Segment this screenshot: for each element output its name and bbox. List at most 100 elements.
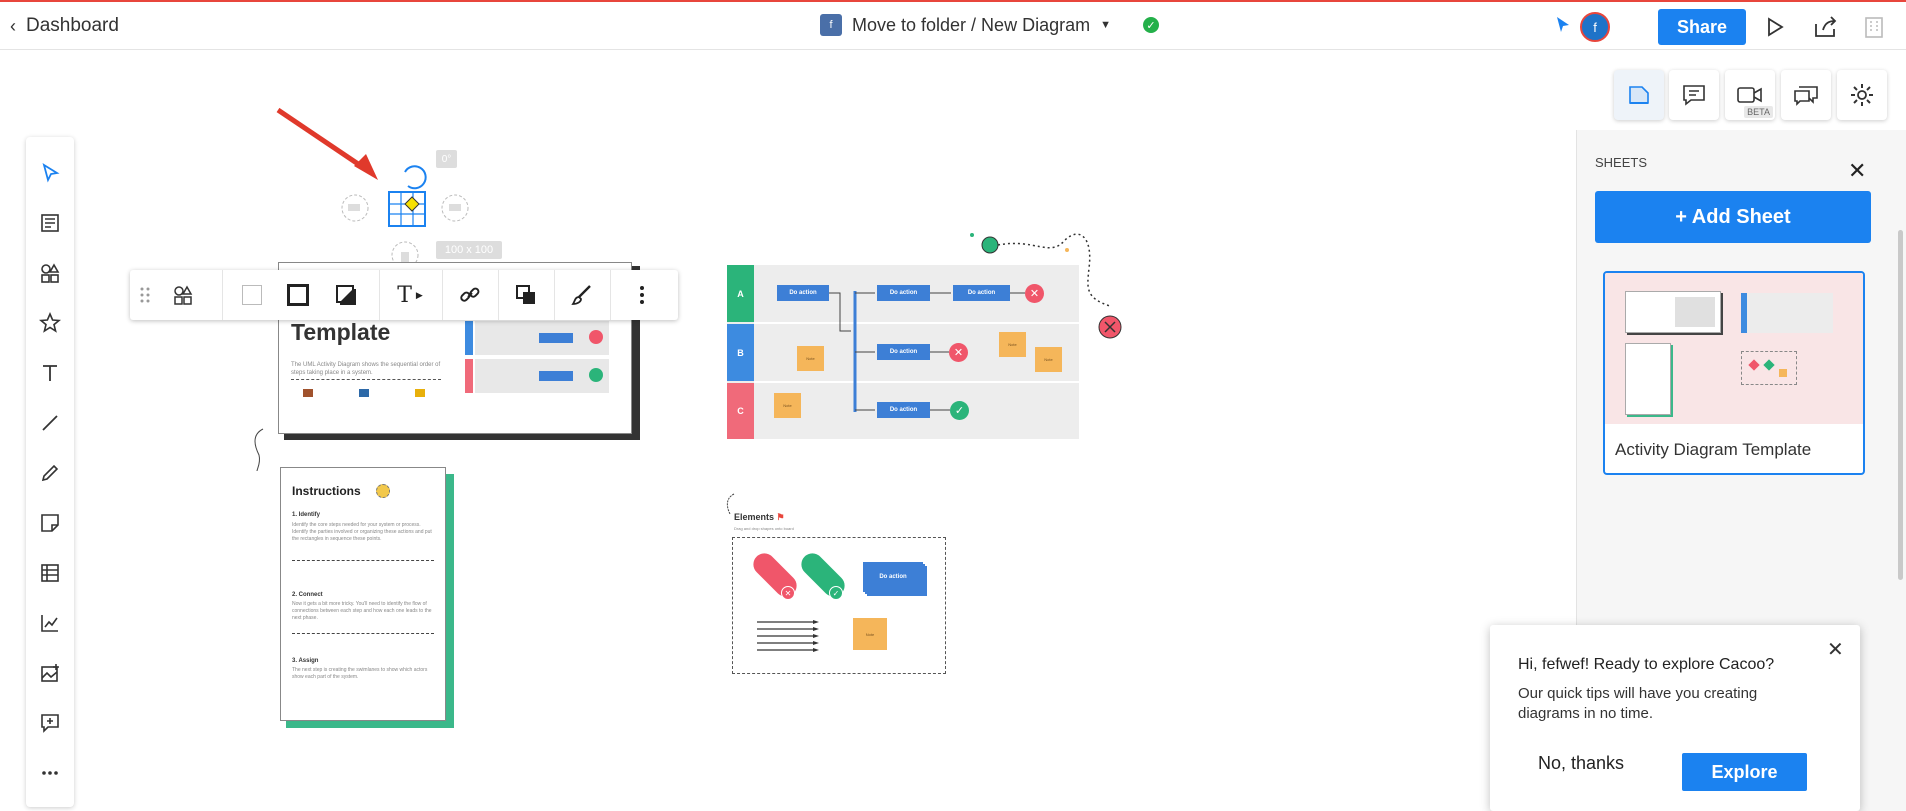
pin-icon: ⚑ (776, 512, 785, 522)
link-button[interactable] (442, 270, 498, 320)
tips-body: Our quick tips will have you creating di… (1518, 685, 1758, 722)
arrow-lines-shape (757, 620, 819, 652)
no-thanks-button[interactable]: No, thanks (1538, 753, 1624, 774)
elements-subtitle: Drag and drop shapes onto board (734, 526, 794, 531)
cancel-icon: ✕ (781, 586, 795, 600)
select-tool[interactable] (26, 153, 74, 193)
shape-library-button[interactable] (160, 270, 206, 320)
top-bar: ‹ Dashboard f Move to folder / New Diagr… (0, 0, 1906, 50)
shapes-icon (174, 285, 193, 305)
settings-button[interactable] (1837, 70, 1887, 120)
video-icon (1737, 87, 1762, 103)
more-vertical-icon (640, 286, 644, 304)
add-sheet-button[interactable]: + Add Sheet (1595, 191, 1871, 243)
scrollbar[interactable] (1898, 230, 1903, 580)
more-options-button[interactable] (610, 270, 674, 320)
close-icon[interactable]: ✕ (1827, 637, 1844, 662)
line-tool[interactable] (26, 403, 74, 443)
text-tool[interactable] (26, 353, 74, 393)
sticky-note-tool[interactable] (26, 503, 74, 543)
text-style-button[interactable]: T ▶ (382, 270, 438, 320)
video-call-button[interactable]: BETA (1725, 70, 1775, 120)
cursor-pointer-icon[interactable] (1553, 15, 1573, 35)
step-1-text: Identify the core steps needed for your … (292, 522, 432, 542)
shadow-button[interactable] (322, 270, 370, 320)
pointer-icon (42, 163, 60, 183)
sheet-item[interactable]: Activity Diagram Template (1603, 271, 1865, 475)
shapes-tool[interactable] (26, 253, 74, 293)
add-frame-icon (41, 714, 59, 733)
step-2-title: 2. Connect (292, 592, 323, 598)
shapes-icon (41, 263, 60, 283)
image-tool[interactable] (26, 653, 74, 693)
sticky-note: Note (774, 393, 801, 418)
sticky-note: Note (797, 346, 824, 371)
trophy-icon (415, 389, 425, 397)
brick-icon (303, 389, 313, 397)
template-tool[interactable] (26, 203, 74, 243)
back-label: Dashboard (26, 15, 119, 36)
rotation-badge: 0° (436, 150, 457, 168)
rotate-handle-icon[interactable] (404, 165, 427, 190)
play-icon[interactable] (1761, 13, 1789, 41)
compass-icon (376, 484, 390, 498)
sheets-panel-title: SHEETS (1595, 155, 1648, 170)
tips-dialog: ✕ Hi, fefwef! Ready to explore Cacoo? Ou… (1490, 625, 1860, 811)
line-chart-icon (41, 615, 58, 632)
instructions-card[interactable]: Instructions 1. Identify Identify the co… (280, 467, 446, 721)
avatar[interactable]: f (1580, 12, 1610, 42)
chart-tool[interactable] (26, 603, 74, 643)
caret-down-icon: ▼ (1100, 19, 1111, 31)
building-icon[interactable] (1860, 13, 1888, 41)
arrange-button[interactable] (498, 270, 554, 320)
explore-button[interactable]: Explore (1682, 753, 1807, 791)
sticky-note-shape: Note (853, 618, 887, 650)
caret-right-icon: ▶ (415, 289, 423, 300)
share-button[interactable]: Share (1658, 9, 1746, 45)
table-icon (41, 564, 59, 582)
plus-icon: + (1675, 205, 1692, 228)
chat-button[interactable] (1781, 70, 1831, 120)
folder-badge-icon: f (820, 14, 842, 36)
sheets-toggle-button[interactable] (1614, 70, 1664, 120)
table-tool[interactable] (26, 553, 74, 593)
back-to-dashboard[interactable]: ‹ Dashboard (10, 15, 119, 37)
template-card-title: Template (291, 319, 391, 345)
sticky-note-icon (41, 514, 59, 532)
breadcrumb-text: Move to folder / New Diagram (852, 14, 1091, 35)
fill-color-button[interactable] (230, 270, 274, 320)
arrange-icon (516, 285, 535, 304)
check-end-icon: ✓ (950, 401, 969, 420)
check-icon: ✓ (829, 586, 843, 600)
document-breadcrumb[interactable]: f Move to folder / New Diagram ▼ ✓ (820, 14, 1159, 36)
comment-icon (1683, 85, 1705, 106)
shape-style-toolbar: T ▶ (130, 270, 678, 320)
border-style-button[interactable] (274, 270, 322, 320)
image-icon (41, 664, 59, 682)
instructions-title: Instructions (292, 484, 361, 498)
sheets-icon (1629, 86, 1649, 104)
sheet-name: Activity Diagram Template (1615, 440, 1812, 459)
border-icon (287, 284, 309, 306)
shadow-icon (336, 285, 356, 305)
curly-connector (254, 428, 264, 472)
comments-button[interactable] (1669, 70, 1719, 120)
step-3-title: 3. Assign (292, 658, 319, 664)
embed-tool[interactable] (26, 703, 74, 743)
drag-handle-icon[interactable] (130, 270, 160, 320)
sheet-thumbnail (1605, 273, 1863, 424)
style-copy-button[interactable] (554, 270, 610, 320)
chat-icon (1794, 86, 1818, 106)
pen-tool[interactable] (26, 453, 74, 493)
beta-badge: BETA (1744, 106, 1773, 118)
export-icon[interactable] (1812, 13, 1840, 41)
fill-swatch-icon (242, 285, 262, 305)
gear-icon (1851, 84, 1873, 106)
close-icon[interactable]: ✕ (1848, 158, 1866, 184)
elements-title: Elements ⚑ (734, 512, 785, 522)
text-t-icon: T (397, 282, 412, 308)
icons-tool[interactable] (26, 303, 74, 343)
saved-check-icon: ✓ (1142, 17, 1159, 33)
elements-card[interactable]: ✕ ✓ Do action Note (732, 537, 946, 674)
more-tools[interactable] (26, 753, 74, 793)
